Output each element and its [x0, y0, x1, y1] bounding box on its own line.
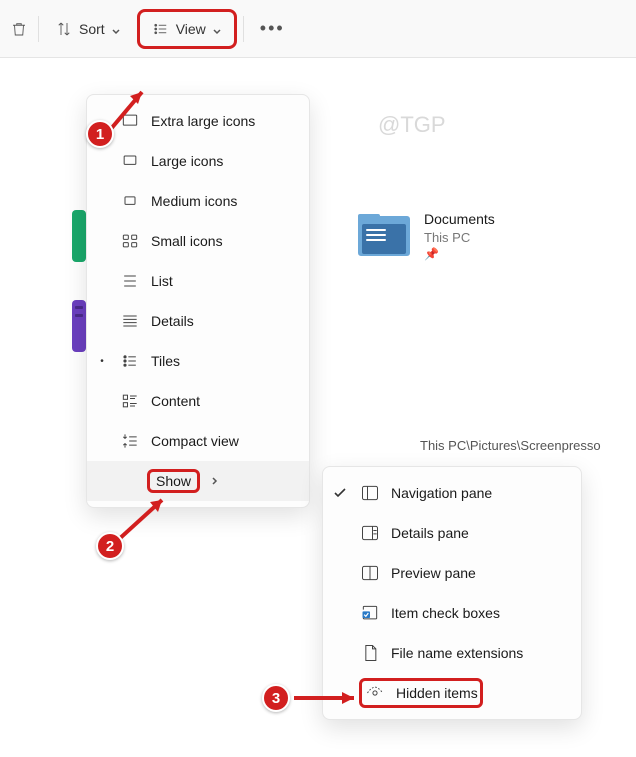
chevron-down-icon: [212, 24, 222, 34]
submenu-label: File name extensions: [391, 645, 569, 661]
details-icon: [119, 310, 141, 332]
large-icons-icon: [119, 150, 141, 172]
menu-item-small-icons[interactable]: Small icons: [87, 221, 309, 261]
delete-button[interactable]: [6, 14, 32, 44]
menu-label: Extra large icons: [151, 113, 297, 129]
check-icon: [331, 486, 349, 500]
sort-icon: [55, 20, 73, 38]
menu-label: Content: [151, 393, 297, 409]
menu-item-content[interactable]: Content: [87, 381, 309, 421]
menu-label: Show: [156, 473, 191, 489]
preview-pane-icon: [359, 562, 381, 584]
menu-label: Medium icons: [151, 193, 297, 209]
pin-icon: 📌: [424, 246, 495, 262]
menu-item-tiles[interactable]: • Tiles: [87, 341, 309, 381]
folder-tile-partial[interactable]: [72, 210, 86, 262]
sort-label: Sort: [79, 21, 105, 37]
file-extensions-icon: [359, 642, 381, 664]
menu-item-list[interactable]: List: [87, 261, 309, 301]
toolbar: Sort View •••: [0, 0, 636, 58]
checkboxes-icon: [359, 602, 381, 624]
menu-label: Tiles: [151, 353, 297, 369]
compact-view-icon: [119, 430, 141, 452]
submenu-item-item-check-boxes[interactable]: Item check boxes: [323, 593, 581, 633]
annotation-badge-3: 3: [262, 684, 290, 712]
submenu-label: Navigation pane: [391, 485, 569, 501]
hidden-items-highlight: Hidden items: [359, 678, 483, 708]
view-button[interactable]: View: [142, 14, 232, 44]
chevron-right-icon: [210, 473, 224, 489]
small-icons-icon: [119, 230, 141, 252]
submenu-label: Details pane: [391, 525, 569, 541]
submenu-label: Preview pane: [391, 565, 569, 581]
list-icon: [119, 270, 141, 292]
tiles-icon: [119, 350, 141, 372]
annotation-badge-1: 1: [86, 120, 114, 148]
submenu-item-details-pane[interactable]: Details pane: [323, 513, 581, 553]
path-text: This PC\Pictures\Screenpresso: [420, 438, 601, 453]
submenu-item-navigation-pane[interactable]: Navigation pane: [323, 473, 581, 513]
content-icon: [119, 390, 141, 412]
menu-item-medium-icons[interactable]: Medium icons: [87, 181, 309, 221]
folder-icon: [358, 214, 410, 258]
menu-item-compact-view[interactable]: Compact view: [87, 421, 309, 461]
menu-item-details[interactable]: Details: [87, 301, 309, 341]
ellipsis-icon: •••: [260, 18, 285, 38]
view-icon: [152, 20, 170, 38]
annotation-badge-2: 2: [96, 532, 124, 560]
menu-item-large-icons[interactable]: Large icons: [87, 141, 309, 181]
view-label: View: [176, 21, 206, 37]
folder-name: Documents: [424, 210, 495, 229]
trash-icon: [10, 20, 28, 38]
medium-icons-icon: [119, 190, 141, 212]
menu-label: Details: [151, 313, 297, 329]
annotation-arrow: [290, 688, 370, 708]
submenu-item-preview-pane[interactable]: Preview pane: [323, 553, 581, 593]
folder-item-documents[interactable]: Documents This PC 📌: [358, 210, 495, 263]
menu-label: Small icons: [151, 233, 297, 249]
navigation-pane-icon: [359, 482, 381, 504]
menu-label: Compact view: [151, 433, 297, 449]
show-submenu: Navigation pane Details pane Preview pan…: [322, 466, 582, 720]
view-button-highlight: View: [137, 9, 237, 49]
submenu-item-file-name-extensions[interactable]: File name extensions: [323, 633, 581, 673]
menu-label: List: [151, 273, 297, 289]
submenu-label: Item check boxes: [391, 605, 569, 621]
folder-tile-partial[interactable]: [72, 300, 86, 352]
submenu-label: Hidden items: [396, 685, 478, 701]
divider: [243, 16, 244, 42]
chevron-down-icon: [111, 24, 121, 34]
watermark-text: @TGP: [378, 112, 446, 138]
selected-bullet: •: [95, 356, 109, 367]
folder-meta: Documents This PC 📌: [424, 210, 495, 263]
divider: [38, 16, 39, 42]
view-menu: Extra large icons Large icons Medium ico…: [86, 94, 310, 508]
sort-button[interactable]: Sort: [45, 14, 131, 44]
details-pane-icon: [359, 522, 381, 544]
more-button[interactable]: •••: [250, 12, 295, 45]
menu-label: Large icons: [151, 153, 297, 169]
folder-location: This PC: [424, 229, 495, 247]
